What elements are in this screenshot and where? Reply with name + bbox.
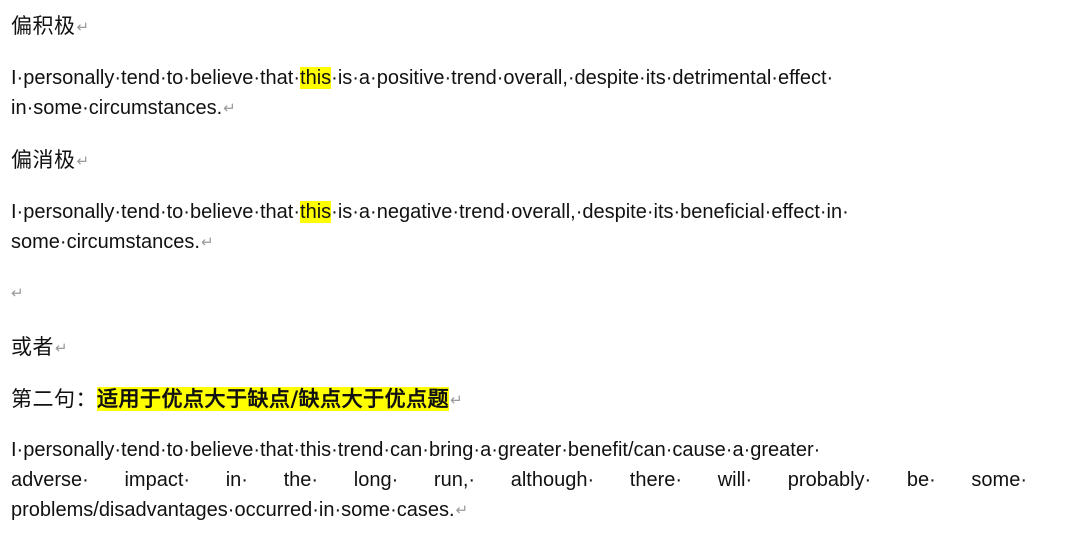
- second-sentence-highlight: 适用于优点大于缺点/缺点大于优点题: [97, 387, 450, 411]
- positive-heading: 偏积极: [11, 14, 76, 38]
- negative-paragraph-line-2: some·circumstances.↵: [11, 228, 214, 257]
- second-sentence-line: 第二句：适用于优点大于缺点/缺点大于优点题↵: [11, 385, 463, 414]
- positive-paragraph-line-1: I·personally·tend·to·believe·that·this·i…: [11, 64, 833, 92]
- positive-paragraph-line-2: in·some·circumstances.↵: [11, 94, 236, 123]
- positive-text-continued: in·some·circumstances.: [11, 97, 223, 119]
- paragraph-mark-icon: ↵: [455, 502, 469, 519]
- negative-text-end: ·is·a·negative·trend·overall,·despite·it…: [331, 201, 849, 223]
- third-text-line-1: I·personally·tend·to·believe·that·this·t…: [11, 439, 821, 461]
- third-paragraph-line-3: problems/disadvantages·occurred·in·some·…: [11, 496, 468, 525]
- positive-text-start: I·personally·tend·to·believe·that·: [11, 67, 301, 89]
- negative-highlight: this: [300, 201, 332, 223]
- negative-paragraph-line-1: I·personally·tend·to·believe·that·this·i…: [11, 198, 849, 226]
- negative-text-start: I·personally·tend·to·believe·that·: [11, 201, 301, 223]
- second-sentence-label: 第二句：: [11, 387, 97, 411]
- paragraph-mark-icon: ↵: [450, 391, 464, 409]
- paragraph-mark-icon: ↵: [223, 100, 236, 117]
- positive-text-end: ·is·a·positive·trend·overall,·despite·it…: [331, 67, 834, 89]
- paragraph-mark-icon: ↵: [76, 18, 90, 36]
- negative-text-continued: some·circumstances.: [11, 231, 200, 253]
- third-text-line-2: adverse· impact· in· the· long· run,· al…: [11, 469, 1027, 491]
- third-paragraph-line-2: adverse· impact· in· the· long· run,· al…: [11, 466, 1027, 494]
- third-paragraph-line-1: I·personally·tend·to·believe·that·this·t…: [11, 436, 1027, 464]
- paragraph-mark-icon: ↵: [76, 152, 90, 170]
- negative-heading: 偏消极: [11, 148, 76, 172]
- or-line: 或者↵: [11, 333, 68, 362]
- paragraph-mark-icon: ↵: [200, 234, 214, 251]
- paragraph-mark-icon: ↵: [11, 285, 24, 302]
- or-text: 或者: [11, 335, 54, 359]
- paragraph-mark-icon: ↵: [55, 339, 69, 357]
- negative-heading-line: 偏消极↵: [11, 146, 90, 175]
- positive-heading-line: 偏积极↵: [11, 12, 90, 41]
- empty-paragraph: ↵: [11, 279, 24, 308]
- third-text-line-3: problems/disadvantages·occurred·in·some·…: [11, 499, 455, 521]
- positive-highlight: this: [300, 67, 332, 89]
